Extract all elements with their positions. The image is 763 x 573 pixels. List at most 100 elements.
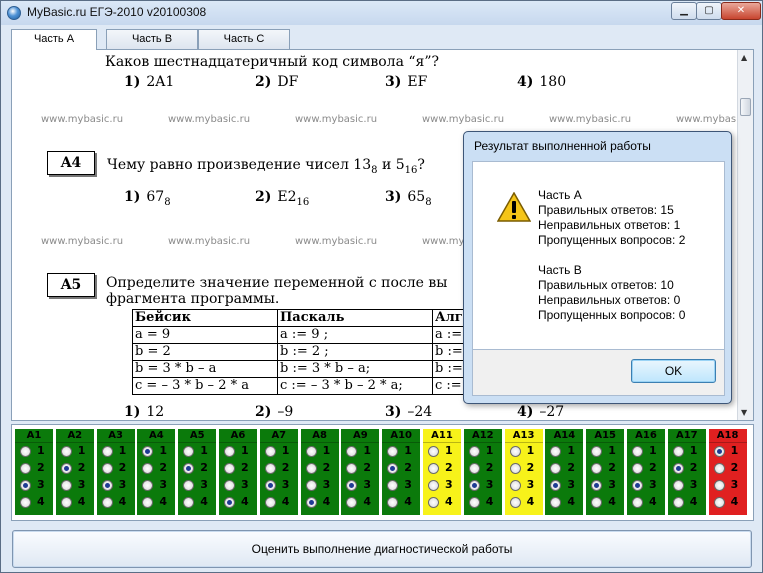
radio-button[interactable]	[468, 446, 480, 457]
answer-column-label[interactable]: A15	[586, 429, 625, 443]
answer-column-label[interactable]: A16	[627, 429, 665, 443]
radio-button[interactable]	[183, 497, 195, 508]
radio-button[interactable]	[305, 463, 317, 474]
scroll-thumb[interactable]	[740, 98, 751, 116]
radio-button[interactable]	[672, 497, 684, 508]
radio-button[interactable]	[713, 480, 725, 491]
radio-button[interactable]	[591, 480, 603, 491]
tab-part-c[interactable]: Часть С	[198, 29, 290, 49]
radio-button[interactable]	[20, 446, 31, 457]
radio-button[interactable]	[101, 446, 113, 457]
answer-column-label[interactable]: A7	[259, 429, 298, 443]
radio-button[interactable]	[60, 463, 72, 474]
radio-button[interactable]	[632, 446, 643, 457]
answer-column-label[interactable]: A4	[137, 429, 176, 443]
radio-button[interactable]	[264, 480, 276, 491]
radio-button[interactable]	[20, 463, 31, 474]
answer-column-label[interactable]: A1	[15, 429, 53, 443]
radio-button[interactable]	[428, 480, 439, 491]
radio-button[interactable]	[428, 497, 439, 508]
radio-button[interactable]	[428, 446, 439, 457]
answer-column-label[interactable]: A12	[463, 429, 502, 443]
radio-button[interactable]	[101, 497, 113, 508]
radio-button[interactable]	[183, 446, 195, 457]
radio-button[interactable]	[468, 480, 480, 491]
radio-button[interactable]	[509, 463, 521, 474]
answer-column-label[interactable]: A13	[504, 429, 543, 443]
tab-part-a[interactable]: Часть А	[11, 29, 97, 50]
radio-button[interactable]	[672, 463, 684, 474]
radio-button[interactable]	[142, 497, 154, 508]
radio-button[interactable]	[672, 480, 684, 491]
radio-button[interactable]	[713, 446, 725, 457]
radio-button[interactable]	[509, 497, 521, 508]
radio-button[interactable]	[468, 497, 480, 508]
vertical-scrollbar[interactable]: ▲ ▼	[737, 50, 753, 420]
answer-column-label[interactable]: A9	[341, 429, 380, 443]
radio-button[interactable]	[509, 480, 521, 491]
radio-button[interactable]	[305, 446, 317, 457]
ok-button[interactable]: OK	[631, 359, 716, 383]
radio-button[interactable]	[142, 446, 154, 457]
radio-button[interactable]	[224, 497, 235, 508]
radio-button[interactable]	[346, 463, 358, 474]
answer-column-label[interactable]: A5	[178, 429, 217, 443]
answer-column-label[interactable]: A14	[545, 429, 584, 443]
radio-button[interactable]	[632, 497, 643, 508]
minimize-button[interactable]: ▁	[671, 2, 697, 20]
radio-button[interactable]	[632, 480, 643, 491]
evaluate-button[interactable]: Оценить выполнение диагностической работ…	[12, 530, 752, 568]
radio-button[interactable]	[428, 463, 439, 474]
title-bar[interactable]: MyBasic.ru ЕГЭ-2010 v20100308 ▁ ▢ ✕	[1, 1, 762, 25]
radio-button[interactable]	[468, 463, 480, 474]
radio-button[interactable]	[264, 463, 276, 474]
radio-button[interactable]	[60, 446, 72, 457]
radio-button[interactable]	[387, 497, 399, 508]
radio-button[interactable]	[550, 497, 562, 508]
radio-button[interactable]	[387, 446, 399, 457]
answer-column-label[interactable]: A8	[300, 429, 339, 443]
answer-column-label[interactable]: A18	[708, 429, 747, 443]
radio-button[interactable]	[60, 497, 72, 508]
maximize-button[interactable]: ▢	[696, 2, 722, 20]
radio-button[interactable]	[346, 480, 358, 491]
radio-button[interactable]	[264, 497, 276, 508]
answer-column-label[interactable]: A2	[55, 429, 94, 443]
radio-button[interactable]	[305, 497, 317, 508]
answer-column-label[interactable]: A10	[382, 429, 421, 443]
radio-button[interactable]	[60, 480, 72, 491]
radio-button[interactable]	[591, 463, 603, 474]
radio-button[interactable]	[101, 480, 113, 491]
radio-button[interactable]	[387, 463, 399, 474]
radio-button[interactable]	[183, 463, 195, 474]
radio-button[interactable]	[550, 463, 562, 474]
answer-column-label[interactable]: A17	[667, 429, 706, 443]
answer-column-label[interactable]: A3	[96, 429, 135, 443]
radio-button[interactable]	[142, 463, 154, 474]
scroll-up-icon[interactable]: ▲	[741, 53, 747, 62]
close-button[interactable]: ✕	[721, 2, 761, 20]
radio-button[interactable]	[346, 497, 358, 508]
radio-button[interactable]	[224, 480, 235, 491]
radio-button[interactable]	[183, 480, 195, 491]
answer-column-label[interactable]: A11	[423, 429, 461, 443]
scroll-down-icon[interactable]: ▼	[741, 408, 747, 417]
radio-button[interactable]	[224, 446, 235, 457]
radio-button[interactable]	[509, 446, 521, 457]
answer-column-label[interactable]: A6	[219, 429, 257, 443]
radio-button[interactable]	[591, 446, 603, 457]
radio-button[interactable]	[305, 480, 317, 491]
radio-button[interactable]	[672, 446, 684, 457]
radio-button[interactable]	[224, 463, 235, 474]
radio-button[interactable]	[550, 446, 562, 457]
radio-button[interactable]	[20, 497, 31, 508]
radio-button[interactable]	[142, 480, 154, 491]
radio-button[interactable]	[632, 463, 643, 474]
radio-button[interactable]	[550, 480, 562, 491]
radio-button[interactable]	[591, 497, 603, 508]
radio-button[interactable]	[264, 446, 276, 457]
radio-button[interactable]	[387, 480, 399, 491]
tab-part-b[interactable]: Часть В	[106, 29, 198, 49]
radio-button[interactable]	[713, 497, 725, 508]
radio-button[interactable]	[713, 463, 725, 474]
